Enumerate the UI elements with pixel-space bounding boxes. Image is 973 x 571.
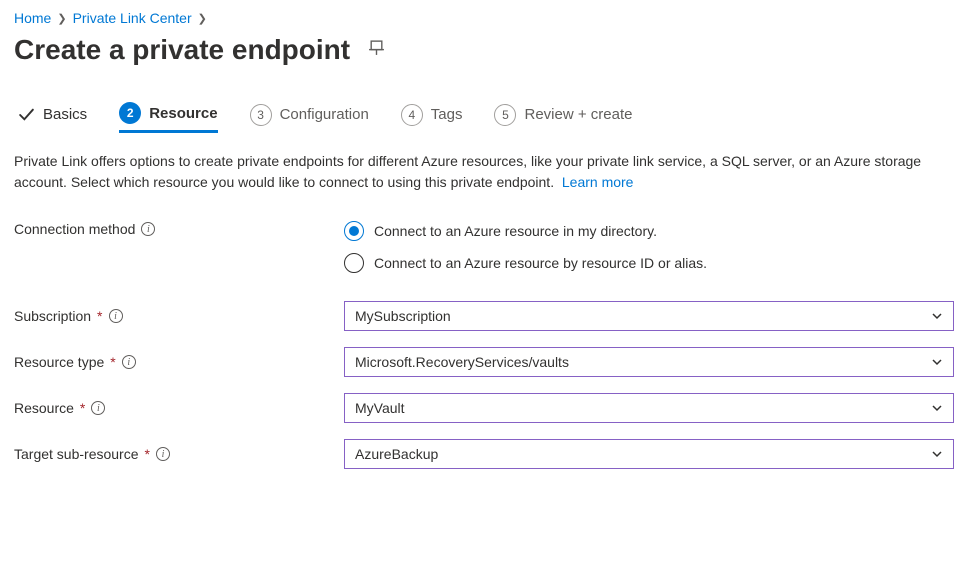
info-icon[interactable]: i <box>109 309 123 323</box>
step-number-icon: 5 <box>494 104 516 126</box>
chevron-right-icon: ❯ <box>198 12 207 25</box>
required-indicator: * <box>80 400 85 416</box>
info-icon[interactable]: i <box>156 447 170 461</box>
learn-more-link[interactable]: Learn more <box>562 174 634 190</box>
step-number-icon: 3 <box>250 104 272 126</box>
radio-icon <box>344 221 364 241</box>
tab-label: Tags <box>431 106 463 123</box>
step-number-icon: 2 <box>119 102 141 124</box>
select-value: AzureBackup <box>355 446 438 462</box>
select-value: MyVault <box>355 400 405 416</box>
tab-label: Configuration <box>280 106 369 123</box>
subscription-select[interactable]: MySubscription <box>344 301 954 331</box>
breadcrumb: Home ❯ Private Link Center ❯ <box>14 10 959 26</box>
chevron-right-icon: ❯ <box>57 12 66 25</box>
wizard-tabs: Basics 2 Resource 3 Configuration 4 Tags… <box>14 96 959 133</box>
chevron-down-icon <box>931 448 943 460</box>
tab-resource[interactable]: 2 Resource <box>119 96 217 133</box>
tab-label: Review + create <box>524 106 632 123</box>
tab-description: Private Link offers options to create pr… <box>14 151 959 193</box>
chevron-down-icon <box>931 310 943 322</box>
field-label: Connection method i <box>14 221 344 237</box>
field-label: Resource type * i <box>14 354 344 370</box>
tab-review-create[interactable]: 5 Review + create <box>494 98 632 132</box>
tab-configuration[interactable]: 3 Configuration <box>250 98 369 132</box>
required-indicator: * <box>110 354 115 370</box>
radio-connect-resource-id[interactable]: Connect to an Azure resource by resource… <box>344 253 707 273</box>
tab-basics[interactable]: Basics <box>18 100 87 129</box>
radio-connect-directory[interactable]: Connect to an Azure resource in my direc… <box>344 221 707 241</box>
resource-select[interactable]: MyVault <box>344 393 954 423</box>
required-indicator: * <box>97 308 102 324</box>
field-label: Subscription * i <box>14 308 344 324</box>
resource-type-select[interactable]: Microsoft.RecoveryServices/vaults <box>344 347 954 377</box>
radio-label: Connect to an Azure resource in my direc… <box>374 223 657 239</box>
tab-label: Basics <box>43 106 87 123</box>
required-indicator: * <box>145 446 150 462</box>
step-number-icon: 4 <box>401 104 423 126</box>
breadcrumb-private-link-center[interactable]: Private Link Center <box>73 10 192 26</box>
connection-method-radio-group: Connect to an Azure resource in my direc… <box>344 221 707 273</box>
chevron-down-icon <box>931 402 943 414</box>
page-header: Create a private endpoint <box>14 34 959 66</box>
target-sub-resource-select[interactable]: AzureBackup <box>344 439 954 469</box>
radio-icon <box>344 253 364 273</box>
info-icon[interactable]: i <box>91 401 105 415</box>
description-text: Private Link offers options to create pr… <box>14 153 921 190</box>
field-subscription: Subscription * i MySubscription <box>14 301 959 331</box>
breadcrumb-home[interactable]: Home <box>14 10 51 26</box>
check-icon <box>18 106 35 123</box>
chevron-down-icon <box>931 356 943 368</box>
info-icon[interactable]: i <box>141 222 155 236</box>
field-resource: Resource * i MyVault <box>14 393 959 423</box>
pin-icon[interactable] <box>368 39 385 61</box>
select-value: Microsoft.RecoveryServices/vaults <box>355 354 569 370</box>
info-icon[interactable]: i <box>122 355 136 369</box>
tab-label: Resource <box>149 105 217 122</box>
field-label: Resource * i <box>14 400 344 416</box>
radio-label: Connect to an Azure resource by resource… <box>374 255 707 271</box>
field-connection-method: Connection method i Connect to an Azure … <box>14 221 959 273</box>
select-value: MySubscription <box>355 308 451 324</box>
tab-tags[interactable]: 4 Tags <box>401 98 463 132</box>
field-target-sub-resource: Target sub-resource * i AzureBackup <box>14 439 959 469</box>
field-resource-type: Resource type * i Microsoft.RecoveryServ… <box>14 347 959 377</box>
field-label: Target sub-resource * i <box>14 446 344 462</box>
page-title: Create a private endpoint <box>14 34 350 66</box>
